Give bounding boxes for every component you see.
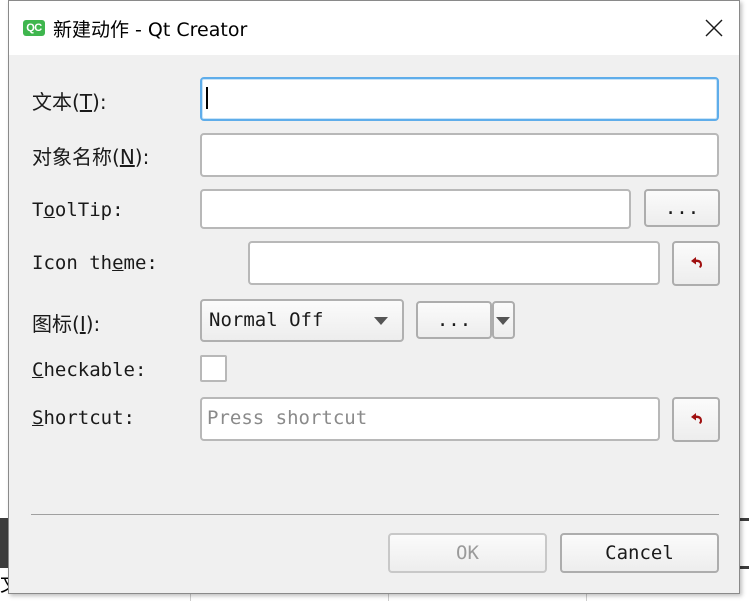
label-part: 文本( bbox=[32, 90, 80, 114]
text-input[interactable] bbox=[200, 77, 719, 121]
mnemonic: T bbox=[79, 90, 93, 114]
reset-arrow-icon bbox=[691, 257, 702, 268]
button-divider bbox=[31, 514, 719, 515]
tooltip-browse-button[interactable]: ... bbox=[644, 189, 720, 227]
background-line bbox=[740, 566, 749, 569]
label-part: ): bbox=[92, 90, 107, 114]
checkable-label: Checkable: bbox=[32, 359, 146, 381]
ok-button[interactable]: OK bbox=[388, 533, 547, 573]
object-name-input[interactable] bbox=[200, 133, 719, 177]
label-part: ): bbox=[85, 312, 101, 336]
text-label: 文本(T): bbox=[32, 86, 107, 115]
label-part: hortcut: bbox=[43, 407, 135, 429]
icon-theme-label: Icon theme: bbox=[32, 252, 158, 274]
icon-theme-reset-button[interactable] bbox=[672, 241, 720, 286]
mnemonic: S bbox=[32, 407, 44, 429]
qt-creator-icon: QC bbox=[23, 20, 45, 36]
text-caret bbox=[206, 87, 208, 109]
checkable-checkbox[interactable] bbox=[200, 355, 227, 382]
close-icon bbox=[705, 19, 723, 37]
close-button[interactable] bbox=[701, 15, 727, 41]
window-title: 新建动作 - Qt Creator bbox=[53, 19, 248, 41]
icon-label: 图标(I): bbox=[32, 308, 100, 337]
icon-mode-value: Normal Off bbox=[209, 309, 324, 331]
shortcut-placeholder: Press shortcut bbox=[207, 407, 368, 429]
label-part: ): bbox=[134, 145, 150, 169]
dropdown-arrow-icon bbox=[496, 317, 510, 325]
mnemonic: N bbox=[119, 145, 135, 169]
label-part: 对象名称( bbox=[32, 145, 120, 169]
label-part: heckable: bbox=[43, 359, 147, 381]
label-part: T bbox=[32, 199, 44, 221]
icon-theme-input[interactable] bbox=[248, 241, 660, 285]
icon-browse-button[interactable]: ... bbox=[416, 301, 492, 339]
mnemonic: C bbox=[32, 359, 44, 381]
shortcut-label: Shortcut: bbox=[32, 407, 135, 429]
mnemonic: e bbox=[112, 252, 124, 274]
reset-arrow-icon bbox=[691, 413, 702, 424]
label-part: 图标( bbox=[32, 312, 80, 336]
mnemonic: o bbox=[43, 199, 55, 221]
shortcut-input[interactable]: Press shortcut bbox=[200, 397, 660, 441]
label-part: olTip: bbox=[54, 199, 124, 221]
title-bar: QC 新建动作 - Qt Creator bbox=[9, 1, 739, 55]
chevron-down-icon bbox=[374, 317, 388, 325]
label-part: Icon th bbox=[32, 252, 113, 274]
shortcut-reset-button[interactable] bbox=[672, 397, 720, 442]
icon-mode-select[interactable]: Normal Off bbox=[200, 299, 404, 342]
object-name-label: 对象名称(N): bbox=[32, 141, 149, 170]
label-part: me: bbox=[123, 252, 158, 274]
icon-menu-button[interactable] bbox=[492, 301, 515, 339]
new-action-dialog: QC 新建动作 - Qt Creator 文本(T): 对象名称(N): Too… bbox=[8, 0, 740, 594]
background-line bbox=[740, 518, 749, 521]
tooltip-label: ToolTip: bbox=[32, 199, 124, 221]
cancel-button[interactable]: Cancel bbox=[560, 533, 719, 573]
tooltip-input[interactable] bbox=[200, 189, 631, 229]
